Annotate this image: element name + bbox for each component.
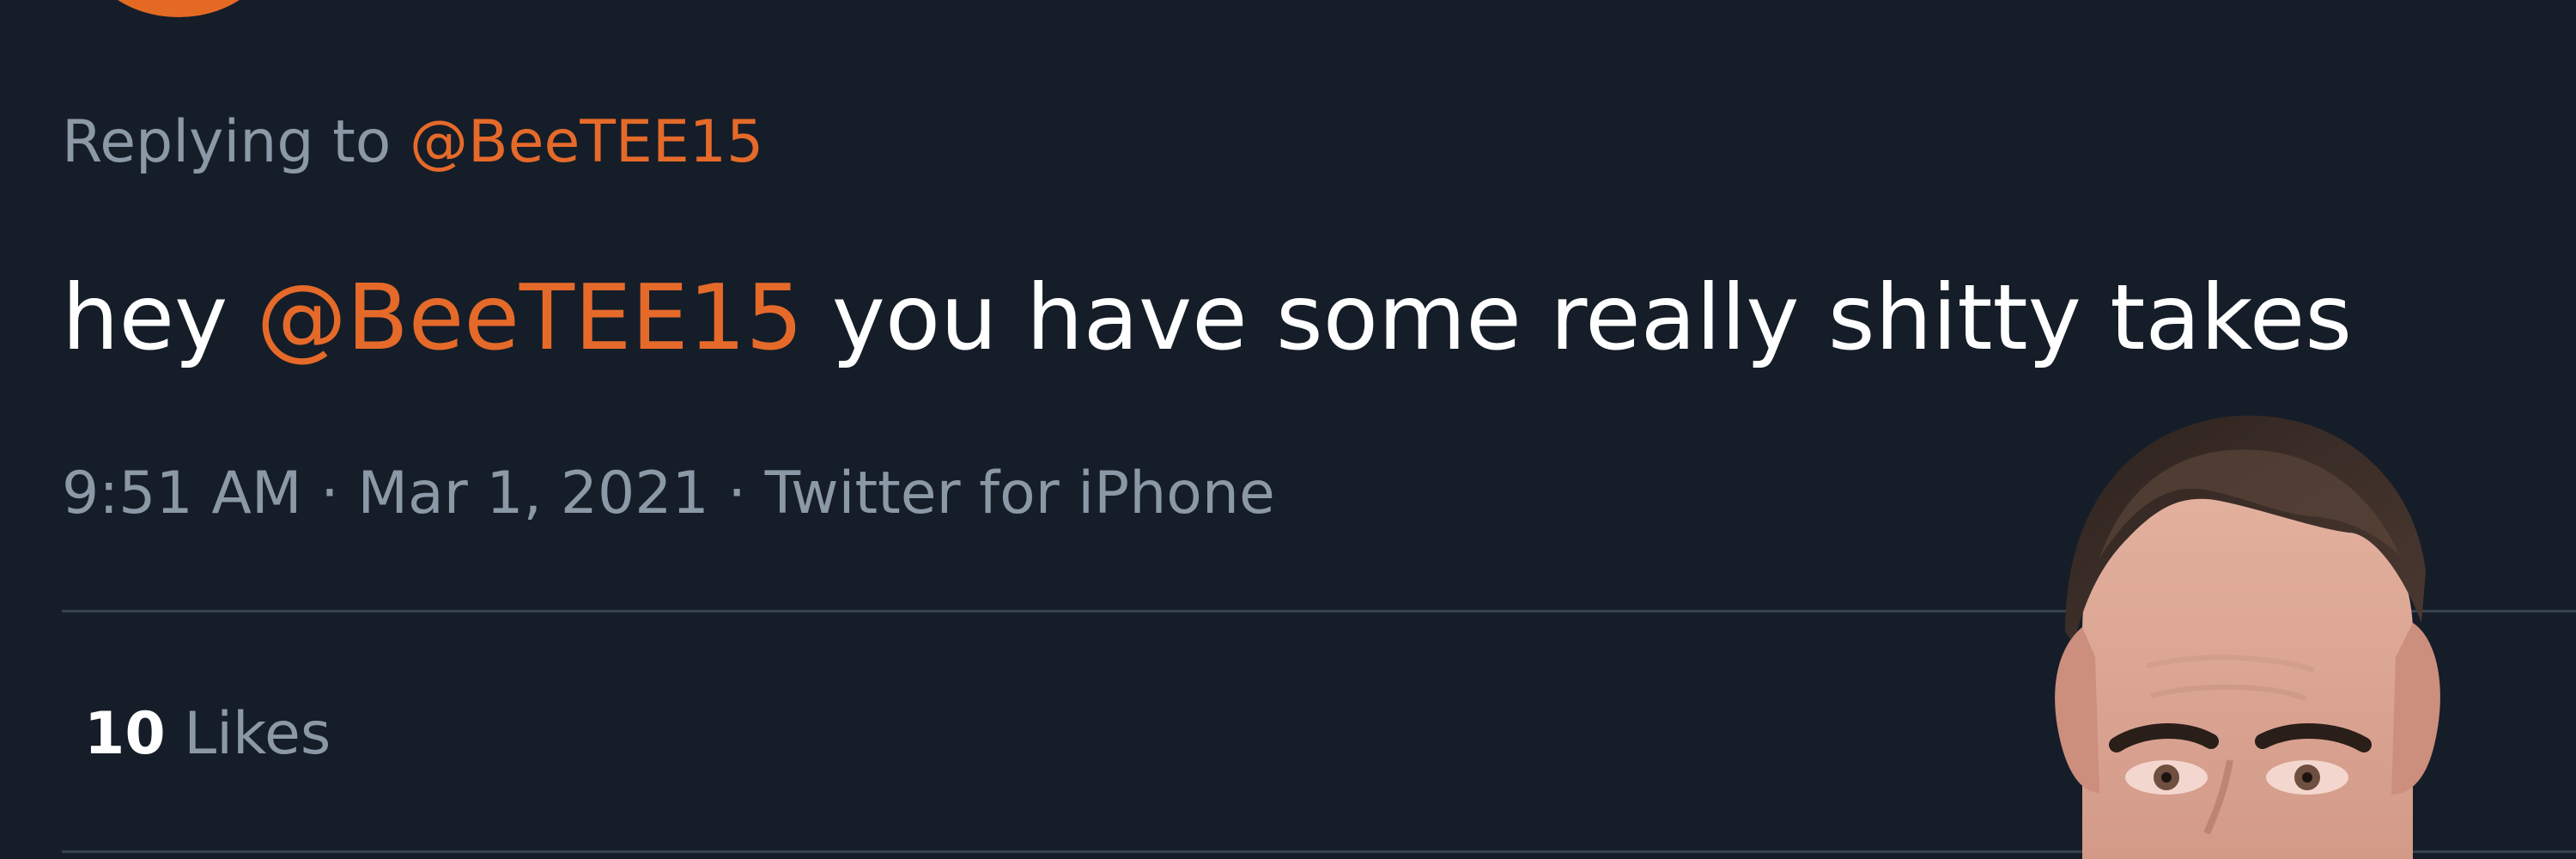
tweet-text-suffix: you have some really shitty takes <box>831 265 2353 370</box>
tweet-timestamp[interactable]: 9:51 AM · Mar 1, 2021 · Twitter for iPho… <box>62 460 1275 528</box>
replying-handle-link[interactable]: @BeeTEE15 <box>410 108 763 176</box>
portrait-illustration <box>2055 415 2440 859</box>
tweet-text-prefix: hey <box>62 265 228 370</box>
avatar[interactable] <box>84 0 273 17</box>
likes-label: Likes <box>184 700 331 768</box>
likes-link[interactable]: 10 Likes <box>84 700 331 769</box>
tweet-mention-link[interactable]: @BeeTEE15 <box>257 265 804 370</box>
replying-prefix: Replying to <box>62 108 392 176</box>
replying-to-line: Replying to @BeeTEE15 <box>62 108 763 177</box>
tweet-card: Replying to @BeeTEE15 hey @BeeTEE15 you … <box>0 0 2576 859</box>
tweet-text: hey @BeeTEE15 you have some really shitt… <box>62 266 2352 369</box>
player-portrait-image <box>1979 408 2494 859</box>
likes-count: 10 <box>84 700 166 768</box>
